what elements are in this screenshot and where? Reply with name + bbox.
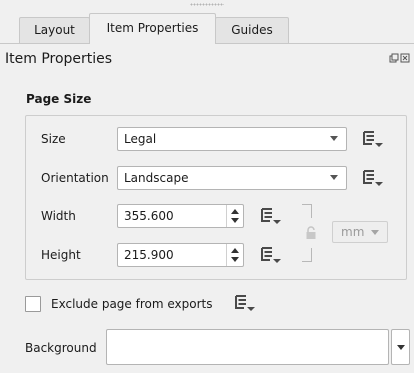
size-value: Legal bbox=[124, 132, 157, 146]
tab-layout[interactable]: Layout bbox=[19, 17, 90, 43]
size-combo[interactable]: Legal bbox=[117, 127, 347, 151]
data-defined-override-icon[interactable] bbox=[360, 129, 386, 149]
orientation-value: Landscape bbox=[124, 171, 189, 185]
spin-stepper-icon[interactable] bbox=[226, 205, 243, 227]
dock-controls bbox=[389, 53, 411, 66]
tab-bar: Layout Item Properties Guides bbox=[0, 0, 414, 44]
height-value: 215.900 bbox=[124, 248, 174, 262]
drag-grip-icon[interactable] bbox=[190, 3, 224, 6]
float-icon[interactable] bbox=[389, 53, 399, 63]
tab-item-properties[interactable]: Item Properties bbox=[89, 13, 216, 44]
tab-guides[interactable]: Guides bbox=[215, 17, 289, 43]
lock-icon[interactable] bbox=[305, 226, 317, 240]
spin-stepper-icon[interactable] bbox=[226, 244, 243, 266]
ratio-bracket-top bbox=[302, 204, 312, 218]
exclude-label[interactable]: Exclude page from exports bbox=[51, 297, 212, 311]
orientation-label: Orientation bbox=[41, 171, 109, 185]
width-spinbox[interactable]: 355.600 bbox=[117, 204, 244, 228]
data-defined-override-icon[interactable] bbox=[258, 245, 284, 265]
chevron-down-icon bbox=[371, 230, 379, 235]
close-icon[interactable] bbox=[400, 53, 410, 63]
units-combo[interactable]: mm bbox=[332, 221, 388, 243]
ratio-bracket-bottom bbox=[302, 248, 312, 262]
width-label: Width bbox=[41, 209, 76, 223]
units-value: mm bbox=[341, 225, 365, 239]
data-defined-override-icon[interactable] bbox=[360, 168, 386, 188]
background-field[interactable] bbox=[106, 329, 389, 365]
background-label: Background bbox=[25, 341, 97, 355]
exclude-checkbox[interactable] bbox=[25, 296, 41, 312]
panel-title: Item Properties bbox=[5, 51, 113, 67]
data-defined-override-icon[interactable] bbox=[258, 206, 284, 226]
width-value: 355.600 bbox=[124, 209, 174, 223]
data-defined-override-icon[interactable] bbox=[232, 293, 258, 313]
height-label: Height bbox=[41, 248, 81, 262]
chevron-down-icon bbox=[397, 345, 405, 350]
page-size-heading: Page Size bbox=[26, 92, 92, 106]
orientation-combo[interactable]: Landscape bbox=[117, 166, 347, 190]
height-spinbox[interactable]: 215.900 bbox=[117, 243, 244, 267]
chevron-down-icon bbox=[330, 136, 338, 141]
background-dropdown-button[interactable] bbox=[391, 329, 410, 365]
chevron-down-icon bbox=[330, 175, 338, 180]
size-label: Size bbox=[41, 132, 66, 146]
